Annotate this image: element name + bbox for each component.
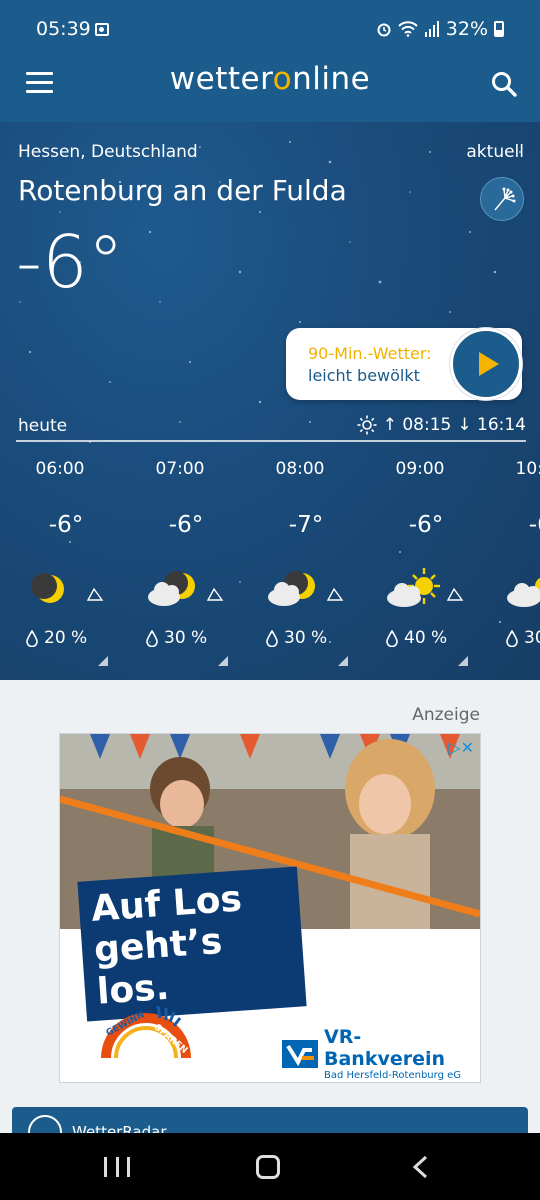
region-label: Hessen, Deutschland [18,142,198,162]
home-button[interactable] [256,1155,280,1179]
hour-temperature: -6° [528,512,540,538]
city-name[interactable]: Rotenburg an der Fulda [18,174,347,207]
hourly-forecast[interactable]: 06:00 -6° 20 % 07:00 -6° 30 % 08:00 -7° … [0,454,540,674]
current-temperature: -6° [16,220,124,304]
recents-button[interactable] [104,1157,130,1177]
signal-icon [424,21,439,37]
raindrop-icon [266,629,278,647]
dandelion-icon[interactable] [480,177,524,221]
today-header: heute ↑ 08:15 ↓ 16:14 [16,412,526,442]
back-button[interactable] [410,1155,430,1179]
ad-headline: Auf Los geht’s los. [77,866,307,1022]
moon-icon [31,573,64,603]
hourly-item[interactable]: 09:00 -6° 40 % [360,454,480,674]
ad-label: Anzeige [412,705,480,725]
hour-temperature: -6° [408,512,444,538]
raindrop-icon [146,629,158,647]
current-weather-panel: Hessen, Deutschland aktuell Rotenburg an… [0,122,540,680]
bank-logo: VR-Bankverein Bad Hersfeld-Rotenburg eG [282,1026,480,1081]
wifi-icon [398,21,418,37]
expand-corner-icon [98,656,108,666]
hour-time: 08:00 [275,459,325,479]
battery-percent: 32% [445,18,488,40]
hour-time: 09:00 [395,459,445,479]
play-button[interactable] [450,328,522,400]
precipitation: 30 % [506,628,540,648]
raindrop-icon [506,629,518,647]
hourly-item[interactable]: 06:00 -6° 20 % [0,454,120,674]
current-label: aktuell [466,142,524,162]
expand-corner-icon [338,656,348,666]
expand-corner-icon [218,656,228,666]
today-label: heute [18,416,68,436]
nowcast-card[interactable]: 90-Min.-Wetter: leicht bewölkt [286,328,522,400]
sun-times: ↑ 08:15 ↓ 16:14 [357,415,526,435]
sunset-time: ↓ 16:14 [457,415,526,435]
wind-direction-icon [206,587,224,601]
vr-logo-icon [282,1039,318,1068]
status-bar: 05:39 32% [0,0,540,44]
wind-direction-icon [86,587,104,601]
status-time: 05:39 [36,18,91,40]
precipitation: 40 % [386,628,447,648]
raindrop-icon [26,629,38,647]
alarm-icon [377,23,391,37]
nowcast-title: 90-Min.-Wetter: [308,344,432,363]
cloud-moon-icon [268,571,315,606]
expand-corner-icon [458,656,468,666]
hourly-item[interactable]: 08:00 -7° 30 % [240,454,360,674]
hour-temperature: -6° [168,512,204,538]
sun-icon [357,415,377,435]
hourly-item[interactable]: 07:00 -6° 30 % [120,454,240,674]
hourly-item[interactable]: 10:00 -6° 30 % [480,454,540,674]
nowcast-description: leicht bewölkt [308,366,420,385]
status-indicators: 32% [376,18,504,40]
hour-time: 06:00 [35,459,85,479]
hour-time: 07:00 [155,459,205,479]
advertisement[interactable]: ▷✕ Auf Los geht’s los. GEWINN SPAREN VR-… [59,733,481,1083]
gewinnsparen-logo: GEWINN SPAREN [101,1005,191,1059]
battery-icon [494,21,504,37]
cloud-moon-icon [148,571,195,606]
sunrise-time: ↑ 08:15 [382,415,452,435]
precipitation: 30 % [146,628,207,648]
wind-direction-icon [446,587,464,601]
cloud-sun-icon [507,577,540,607]
hour-temperature: -6° [48,512,84,538]
screenshot-icon [95,23,109,36]
hour-temperature: -7° [288,512,324,538]
precipitation: 20 % [26,628,87,648]
hour-time: 10:00 [515,459,540,479]
cloud-sun-icon [387,568,440,607]
search-icon[interactable] [490,70,518,98]
ad-choices-icon[interactable]: ▷✕ [448,738,474,757]
app-logo: wetteronline [169,61,371,97]
system-nav-bar [0,1133,540,1200]
raindrop-icon [386,629,398,647]
app-bar: wetteronline [0,44,540,122]
wind-direction-icon [326,587,344,601]
precipitation: 30 % [266,628,327,648]
play-icon [479,352,499,376]
